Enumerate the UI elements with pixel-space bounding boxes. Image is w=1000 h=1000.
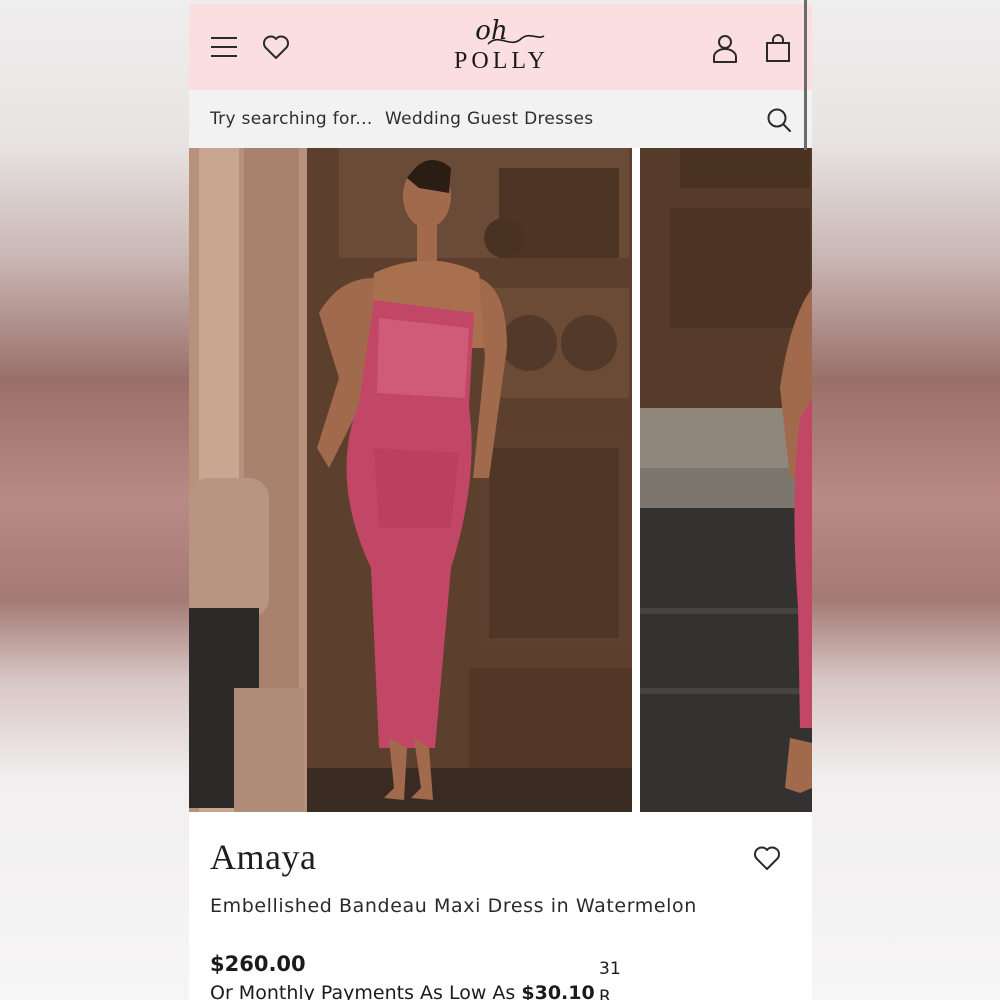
search-icon: [767, 108, 791, 132]
brand-logo[interactable]: oh POLLY: [444, 18, 559, 80]
logo-swash: [487, 34, 545, 45]
heart-icon: [754, 846, 780, 870]
product-price: $260.00: [210, 952, 306, 976]
shopping-bag-button[interactable]: [763, 32, 793, 64]
heart-icon: [263, 35, 289, 59]
installment-info: Or Monthly Payments As Low As $30.10: [210, 982, 595, 1000]
mobile-page: oh POLLY Try searching for... Wedding Gu…: [189, 4, 812, 1000]
search-prompt: Try searching for...: [210, 109, 373, 129]
product-photo-side: [640, 148, 812, 812]
menu-button[interactable]: [209, 32, 239, 62]
installment-prefix: Or Monthly Payments As Low As: [210, 982, 516, 1000]
product-name: Amaya: [210, 837, 317, 877]
product-photo-front: [189, 148, 632, 812]
shopping-bag-icon: [766, 34, 790, 62]
hamburger-menu-icon: [211, 37, 237, 57]
add-to-wishlist-button[interactable]: [751, 842, 783, 874]
product-gallery[interactable]: [189, 148, 812, 812]
search-bar[interactable]: Try searching for... Wedding Guest Dress…: [189, 90, 812, 148]
search-suggestion[interactable]: Wedding Guest Dresses: [385, 109, 593, 129]
product-description: Embellished Bandeau Maxi Dress in Waterm…: [210, 895, 697, 917]
account-button[interactable]: [710, 32, 740, 64]
user-icon: [713, 35, 737, 63]
site-header: oh POLLY: [189, 4, 812, 90]
logo-wordmark: POLLY: [454, 48, 549, 74]
search-button[interactable]: [765, 106, 793, 134]
wishlist-button[interactable]: [261, 32, 291, 62]
side-text-2: R: [599, 987, 611, 1000]
product-image-main[interactable]: [189, 148, 632, 812]
scrollbar[interactable]: [804, 0, 807, 150]
side-text-1: 31: [599, 959, 621, 979]
installment-amount: $30.10: [521, 982, 595, 1000]
product-image-secondary[interactable]: [640, 148, 812, 812]
